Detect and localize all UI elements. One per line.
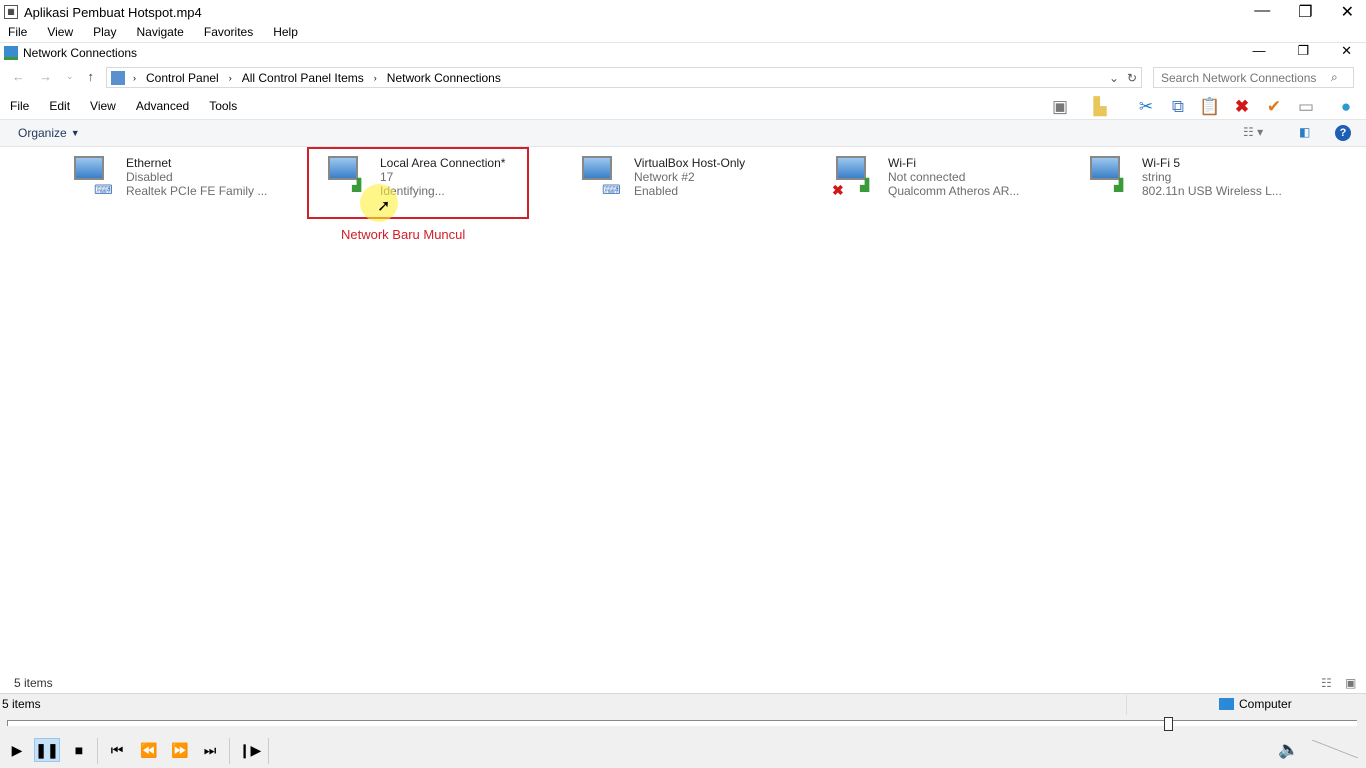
connection-name: Wi-Fi bbox=[888, 156, 916, 170]
menu-help[interactable]: Help bbox=[273, 25, 298, 39]
video-file-icon: ▦ bbox=[4, 5, 18, 19]
breadcrumb-all-items[interactable]: All Control Panel Items bbox=[242, 71, 364, 85]
help-icon[interactable]: ? bbox=[1335, 125, 1351, 141]
paste-icon[interactable]: 📋 bbox=[1198, 96, 1222, 118]
player-status: 5 items bbox=[2, 697, 41, 711]
seek-bar[interactable] bbox=[7, 720, 1357, 726]
seek-thumb[interactable] bbox=[1164, 717, 1173, 731]
minimize-button[interactable]: — bbox=[1254, 2, 1270, 22]
restore-button[interactable]: ❐ bbox=[1298, 2, 1312, 22]
fast-forward-button[interactable]: ⏩ bbox=[167, 738, 193, 762]
exp-menu-view[interactable]: View bbox=[90, 99, 116, 113]
connection-device: Realtek PCIe FE Family ... bbox=[126, 184, 268, 198]
properties-icon[interactable]: ▭ bbox=[1294, 96, 1318, 118]
copy-icon[interactable]: ⧉ bbox=[1166, 96, 1190, 118]
cut-icon[interactable]: ✂ bbox=[1134, 96, 1158, 118]
highlight-box bbox=[307, 147, 529, 219]
previous-button[interactable]: ⏮ bbox=[104, 738, 130, 762]
network-adapter-icon: ⌨ bbox=[72, 156, 116, 197]
annotation-label: Network Baru Muncul bbox=[341, 227, 466, 242]
pause-button[interactable]: ❚❚ bbox=[34, 738, 60, 762]
connection-device: 802.11n USB Wireless L... bbox=[1142, 184, 1282, 198]
menu-play[interactable]: Play bbox=[93, 25, 116, 39]
frame-step-button[interactable]: ❙▶ bbox=[237, 738, 263, 762]
connection-status: Network #2 bbox=[634, 170, 695, 184]
close-button[interactable]: ✕ bbox=[1341, 2, 1354, 22]
connection-name: VirtualBox Host-Only bbox=[634, 156, 746, 170]
change-view-icon[interactable]: ☷ ▾ bbox=[1243, 125, 1263, 139]
explorer-close-button[interactable]: ✕ bbox=[1341, 43, 1352, 59]
check-icon[interactable]: ✔ bbox=[1262, 96, 1286, 118]
explorer-minimize-button[interactable]: — bbox=[1252, 43, 1265, 59]
connection-status: string bbox=[1142, 170, 1172, 184]
delete-icon[interactable]: ✖ bbox=[1230, 96, 1254, 118]
rewind-button[interactable]: ⏪ bbox=[136, 738, 162, 762]
player-title-bar: ▦ Aplikasi Pembuat Hotspot.mp4 bbox=[4, 3, 202, 21]
menu-view[interactable]: View bbox=[47, 25, 73, 39]
large-icons-view-icon[interactable]: ▣ bbox=[1345, 676, 1356, 690]
shell-icon[interactable]: ● bbox=[1334, 96, 1358, 118]
back-button[interactable]: ← bbox=[12, 69, 25, 84]
network-adapter-icon: ▟ bbox=[1088, 156, 1132, 196]
network-connection-item[interactable]: ✖ ▟ Wi-Fi Not connected Qualcomm Atheros … bbox=[832, 154, 1054, 214]
disconnected-icon: ✖ bbox=[832, 182, 844, 198]
exp-menu-advanced[interactable]: Advanced bbox=[136, 99, 189, 113]
mouse-cursor-icon: ➚ bbox=[377, 198, 391, 215]
breadcrumb-network-connections[interactable]: Network Connections bbox=[387, 71, 501, 85]
player-menu: File View Play Navigate Favorites Help bbox=[8, 25, 318, 39]
connection-name: Wi-Fi 5 bbox=[1142, 156, 1180, 170]
next-button[interactable]: ⏭ bbox=[197, 738, 223, 762]
search-input[interactable] bbox=[1161, 70, 1331, 85]
network-adapter-icon: ⌨ bbox=[580, 156, 624, 197]
stop-button[interactable]: ■ bbox=[66, 738, 92, 762]
volume-slider[interactable] bbox=[1312, 740, 1358, 758]
forward-button[interactable]: → bbox=[39, 69, 52, 84]
connection-status: Disabled bbox=[126, 170, 173, 184]
preview-pane-icon[interactable]: ▣ bbox=[1048, 96, 1072, 118]
exp-menu-edit[interactable]: Edit bbox=[49, 99, 70, 113]
explorer-status: 5 items bbox=[14, 676, 53, 690]
up-button[interactable]: ↑ bbox=[88, 69, 95, 84]
refresh-icon[interactable]: ↻ bbox=[1127, 71, 1137, 85]
details-view-icon[interactable]: ☷ bbox=[1321, 676, 1332, 690]
network-connection-item[interactable]: ⌨ Ethernet Disabled Realtek PCIe FE Fami… bbox=[72, 154, 292, 214]
volume-icon[interactable]: 🔈 bbox=[1276, 738, 1302, 762]
explorer-title: Network Connections bbox=[23, 46, 138, 60]
explorer-menu: File Edit View Advanced Tools bbox=[10, 99, 257, 113]
computer-icon bbox=[1219, 698, 1234, 710]
zone-label: Computer bbox=[1239, 697, 1292, 711]
exp-menu-file[interactable]: File bbox=[10, 99, 29, 113]
explorer-restore-button[interactable]: ❐ bbox=[1297, 43, 1309, 59]
player-title: Aplikasi Pembuat Hotspot.mp4 bbox=[24, 4, 202, 20]
menu-file[interactable]: File bbox=[8, 25, 27, 39]
play-button[interactable]: ▶ bbox=[4, 738, 30, 762]
recent-dropdown[interactable]: ⌄ bbox=[66, 71, 74, 82]
breadcrumb-control-panel[interactable]: Control Panel bbox=[146, 71, 219, 85]
organize-button[interactable]: Organize ▼ bbox=[18, 126, 80, 140]
network-icon bbox=[4, 46, 18, 60]
address-dropdown-icon[interactable]: ⌄ bbox=[1109, 71, 1119, 85]
connection-device: Qualcomm Atheros AR... bbox=[888, 184, 1020, 198]
menu-navigate[interactable]: Navigate bbox=[136, 25, 183, 39]
menu-favorites[interactable]: Favorites bbox=[204, 25, 253, 39]
control-panel-icon bbox=[111, 70, 125, 85]
connection-name: Ethernet bbox=[126, 156, 172, 170]
folder-options-icon[interactable]: ▙ bbox=[1088, 96, 1112, 118]
exp-menu-tools[interactable]: Tools bbox=[209, 99, 237, 113]
address-bar[interactable]: › Control Panel › All Control Panel Item… bbox=[106, 67, 1142, 88]
search-icon[interactable]: ⌕ bbox=[1331, 70, 1338, 85]
network-connection-item[interactable]: ▟ Wi-Fi 5 string 802.11n USB Wireless L.… bbox=[1088, 154, 1308, 214]
connection-device: Enabled bbox=[634, 184, 679, 198]
network-connection-item[interactable]: ⌨ VirtualBox Host-Only Network #2 Enable… bbox=[580, 154, 800, 214]
connection-status: Not connected bbox=[888, 170, 966, 184]
network-adapter-icon: ✖ ▟ bbox=[832, 156, 878, 198]
preview-pane-toggle-icon[interactable]: ◧ bbox=[1299, 125, 1310, 139]
